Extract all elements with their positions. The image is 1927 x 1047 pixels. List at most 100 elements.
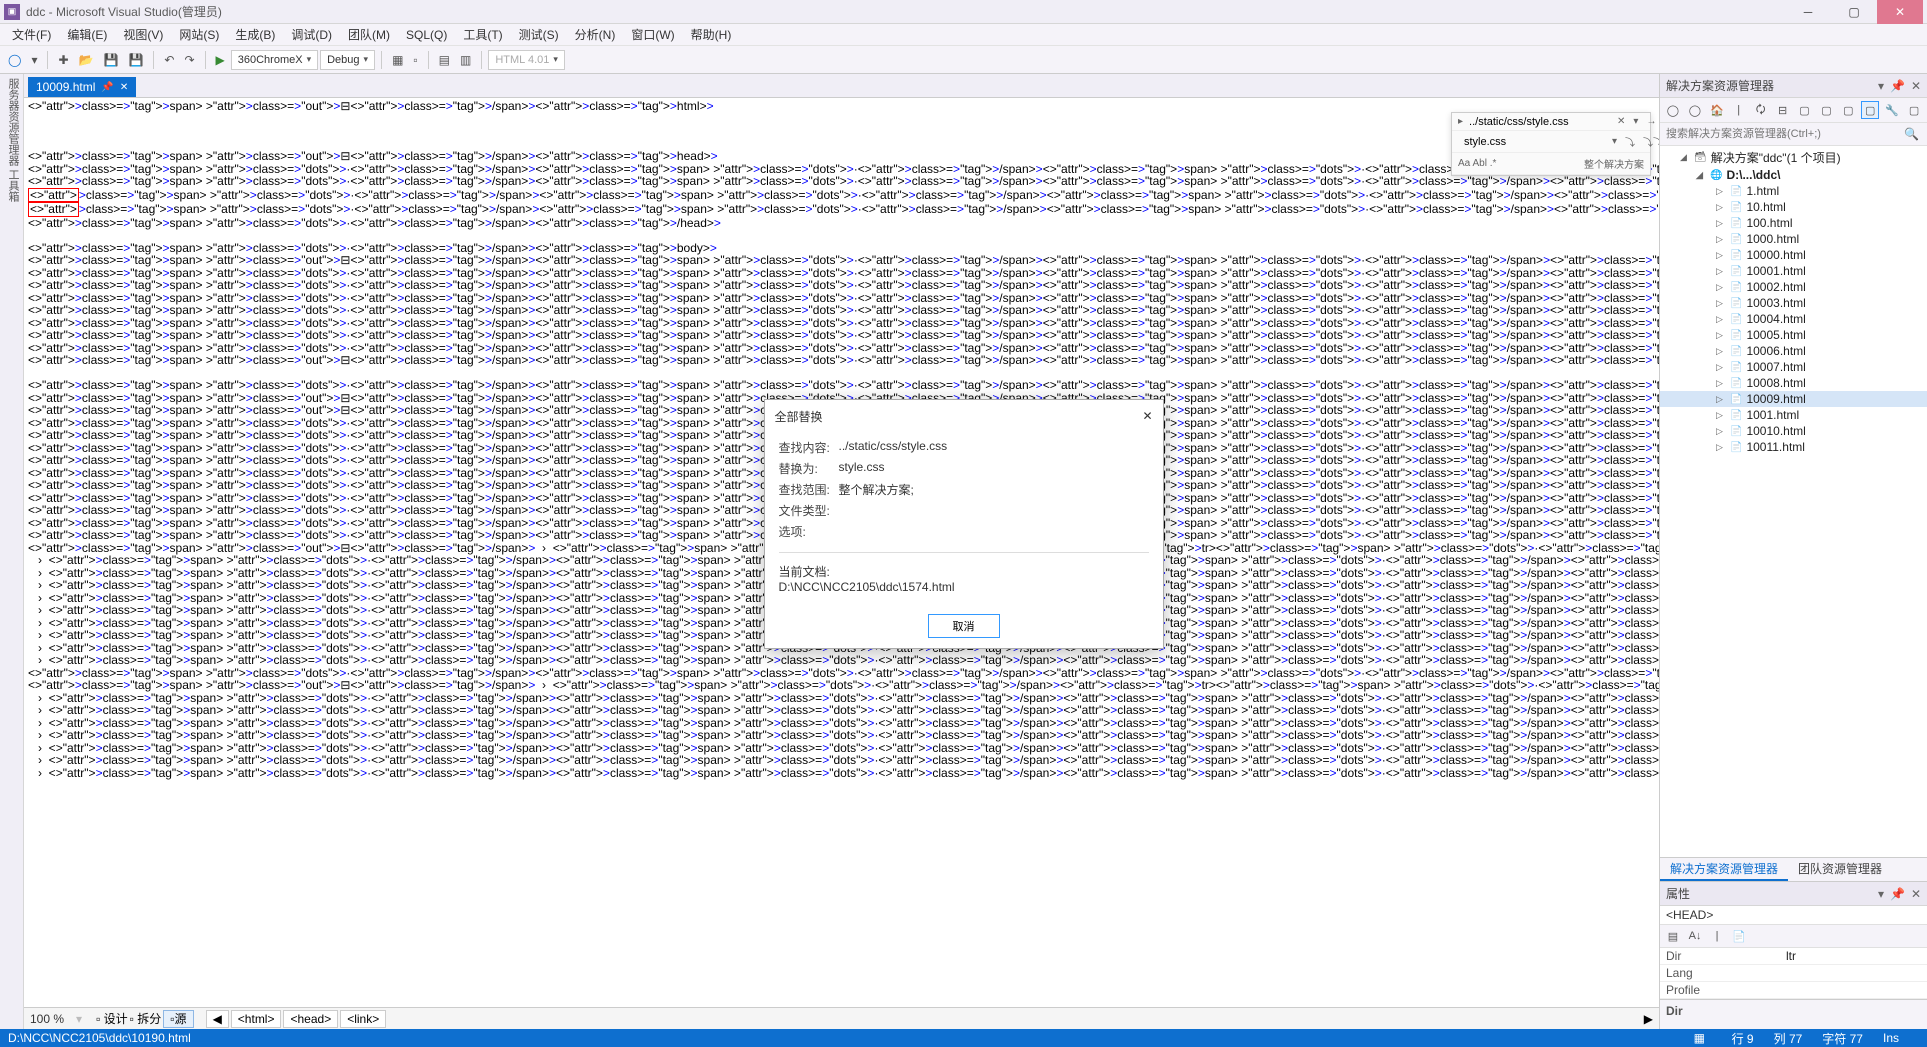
pane-close-icon[interactable]: ✕ [1911,79,1921,93]
se-home-icon[interactable]: ◯ [1664,101,1682,119]
view-design[interactable]: ▫ 设计 [96,1010,128,1027]
menu-item[interactable]: 测试(S) [511,24,567,45]
props-az-icon[interactable]: A↓ [1686,927,1704,945]
view-split[interactable]: ▫ 拆分 [130,1010,162,1027]
config-combo[interactable]: Debug [320,50,375,70]
tree-node[interactable]: ▷📄10010.html [1660,423,1927,439]
tree-node[interactable]: ▷📄10000.html [1660,247,1927,263]
se-i3-icon[interactable]: ▢ [1839,101,1857,119]
start-debug-button[interactable]: ▶ [212,51,229,69]
props-object[interactable]: <HEAD> [1660,906,1927,925]
crumb-head[interactable]: <head> [283,1010,338,1028]
props-cat-icon[interactable]: ▤ [1664,927,1682,945]
se-i6-icon[interactable]: ▢ [1905,101,1923,119]
props-close-icon[interactable]: ✕ [1911,887,1921,901]
new-button[interactable]: ✚ [54,51,72,69]
menu-item[interactable]: SQL(Q) [398,26,455,44]
se-house-icon[interactable]: 🏠 [1708,101,1726,119]
expand-icon[interactable]: ▸ [1456,115,1465,128]
minimize-button[interactable]: ─ [1785,0,1831,24]
find-next-icon[interactable]: → [1644,115,1658,128]
find-close-icon[interactable]: ✕ [1615,115,1627,128]
menu-item[interactable]: 分析(N) [567,24,624,45]
pane-pin-icon[interactable]: 📌 [1890,79,1905,93]
menu-item[interactable]: 调试(D) [283,24,340,45]
se-collapse-icon[interactable]: ⊟ [1774,101,1792,119]
prop-row[interactable]: Dirltr [1660,948,1927,965]
dialog-cancel-button[interactable]: 取消 [928,614,1000,638]
tab-close-icon[interactable]: ✕ [120,82,128,93]
tree-node[interactable]: ◢🌐D:\...\ddc\ [1660,167,1927,183]
tree-node[interactable]: ▷📄10008.html [1660,375,1927,391]
se-i4-icon[interactable]: ▢ [1861,101,1879,119]
browser-combo[interactable]: 360ChromeX [231,50,318,70]
tb-icon-2[interactable]: ▫ [409,51,421,69]
dialog-close-icon[interactable]: ✕ [1142,409,1152,423]
search-icon[interactable]: 🔍 [1900,125,1923,143]
hscroll-right-icon[interactable]: ▶ [1644,1012,1653,1026]
find-opts[interactable]: Aa Abl .* [1456,157,1498,170]
se-i5-icon[interactable]: 🔧 [1883,101,1901,119]
nav-fwd-button[interactable]: ▾ [27,51,41,69]
tree-node[interactable]: ▷📄10003.html [1660,295,1927,311]
menu-item[interactable]: 窗口(W) [623,24,682,45]
document-tab-active[interactable]: 10009.html 📌 ✕ [28,77,136,97]
tree-node[interactable]: ◢🗃解决方案"ddc"(1 个项目) [1660,148,1927,167]
crumb-link[interactable]: <link> [340,1010,386,1028]
replace-all-icon[interactable]: ⤵⤵ [1641,133,1659,150]
menu-item[interactable]: 编辑(E) [59,24,115,45]
se-i2-icon[interactable]: ▢ [1817,101,1835,119]
tree-node[interactable]: ▷📄1001.html [1660,407,1927,423]
maximize-button[interactable]: ▢ [1831,0,1877,24]
menu-item[interactable]: 帮助(H) [683,24,740,45]
pane-dropdown-icon[interactable]: ▾ [1878,79,1884,93]
tree-node[interactable]: ▷📄10011.html [1660,439,1927,455]
tree-node[interactable]: ▷📄1000.html [1660,231,1927,247]
tree-node[interactable]: ▷📄10007.html [1660,359,1927,375]
solution-tree[interactable]: ◢🗃解决方案"ddc"(1 个项目)◢🌐D:\...\ddc\▷📄1.html▷… [1660,146,1927,857]
menu-item[interactable]: 网站(S) [171,24,227,45]
replace-one-icon[interactable]: ⤵ [1623,133,1637,150]
tree-node[interactable]: ▷📄10002.html [1660,279,1927,295]
left-dock[interactable]: 服务器资源管理器 工具箱 [0,74,24,1029]
redo-button[interactable]: ↷ [180,51,198,69]
zoom-level[interactable]: 100 % [30,1012,74,1026]
se-i1-icon[interactable]: ▢ [1796,101,1814,119]
close-window-button[interactable]: ✕ [1877,0,1923,24]
save-all-button[interactable]: 💾 [124,51,147,69]
tree-node[interactable]: ▷📄10004.html [1660,311,1927,327]
prop-row[interactable]: Lang [1660,965,1927,982]
props-dropdown-icon[interactable]: ▾ [1878,887,1884,901]
prop-row[interactable]: Profile [1660,982,1927,999]
pin-icon[interactable]: 📌 [101,82,113,93]
tree-node[interactable]: ▷📄1.html [1660,183,1927,199]
menu-item[interactable]: 工具(T) [455,24,510,45]
view-source[interactable]: ▫ 源 [163,1010,193,1028]
menu-item[interactable]: 文件(F) [4,24,59,45]
find-drop-1[interactable]: ▾ [1631,115,1640,128]
doctype-combo[interactable]: HTML 4.01 [488,50,565,70]
menu-item[interactable]: 生成(B) [227,24,283,45]
tree-node[interactable]: ▷📄10009.html [1660,391,1927,407]
tree-node[interactable]: ▷📄10001.html [1660,263,1927,279]
tab-team-explorer[interactable]: 团队资源管理器 [1788,858,1892,881]
open-button[interactable]: 📂 [75,51,98,69]
replace-drop[interactable]: ▾ [1610,135,1619,148]
tb-icon-4[interactable]: ▥ [456,51,475,69]
replace-input[interactable] [1464,136,1606,148]
se-refresh-icon[interactable]: 🗘 [1752,101,1770,119]
menu-item[interactable]: 视图(V) [115,24,171,45]
save-button[interactable]: 💾 [99,51,122,69]
tree-node[interactable]: ▷📄10.html [1660,199,1927,215]
se-back-icon[interactable]: ◯ [1686,101,1704,119]
nav-back-button[interactable]: ◯ [4,51,25,69]
tree-node[interactable]: ▷📄10006.html [1660,343,1927,359]
tree-node[interactable]: ▷📄100.html [1660,215,1927,231]
props-pin-icon[interactable]: 📌 [1890,887,1905,901]
find-input[interactable] [1469,116,1611,128]
tb-icon-3[interactable]: ▤ [435,51,454,69]
tb-icon-1[interactable]: ▦ [388,51,407,69]
undo-button[interactable]: ↶ [160,51,178,69]
crumb-html[interactable]: <html> [231,1010,282,1028]
tab-solution-explorer[interactable]: 解决方案资源管理器 [1660,858,1788,881]
